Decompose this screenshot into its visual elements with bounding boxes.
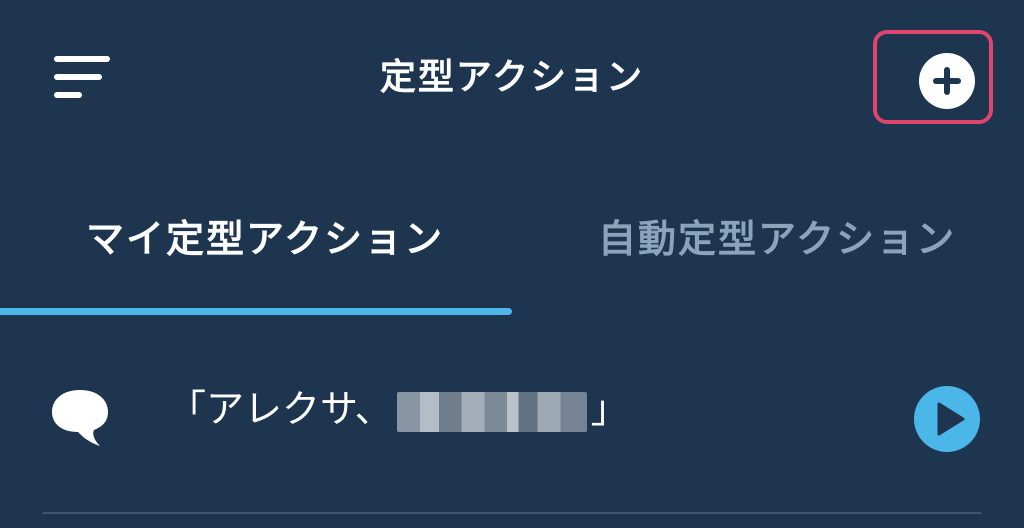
plus-icon-vertical [944, 67, 950, 95]
tab-auto-routines[interactable]: 自動定型アクション [598, 208, 956, 263]
speech-bubble-icon [52, 390, 108, 446]
app-screen: 定型アクション マイ定型アクション 自動定型アクション 「アレクサ、 」 [0, 0, 1024, 528]
routine-phrase: 「アレクサ、 」 [168, 378, 629, 433]
routine-phrase-suffix: 」 [590, 387, 629, 431]
list-divider [42, 512, 982, 514]
routine-list-item[interactable]: 「アレクサ、 」 [0, 352, 1024, 514]
redacted-text [396, 391, 587, 432]
tab-my-routines[interactable]: マイ定型アクション [86, 208, 444, 263]
menu-icon[interactable] [50, 52, 114, 106]
play-button[interactable] [914, 386, 980, 452]
routine-phrase-prefix: 「アレクサ、 [168, 387, 393, 431]
play-icon [937, 402, 965, 436]
menu-bar-bottom [54, 92, 82, 98]
header: 定型アクション [0, 0, 1024, 150]
menu-bar-top [54, 56, 110, 62]
tab-bar: マイ定型アクション 自動定型アクション [0, 190, 1024, 318]
menu-bar-middle [54, 74, 102, 80]
page-title: 定型アクション [379, 57, 645, 98]
add-routine-button[interactable] [919, 53, 975, 109]
active-tab-indicator [0, 308, 512, 315]
